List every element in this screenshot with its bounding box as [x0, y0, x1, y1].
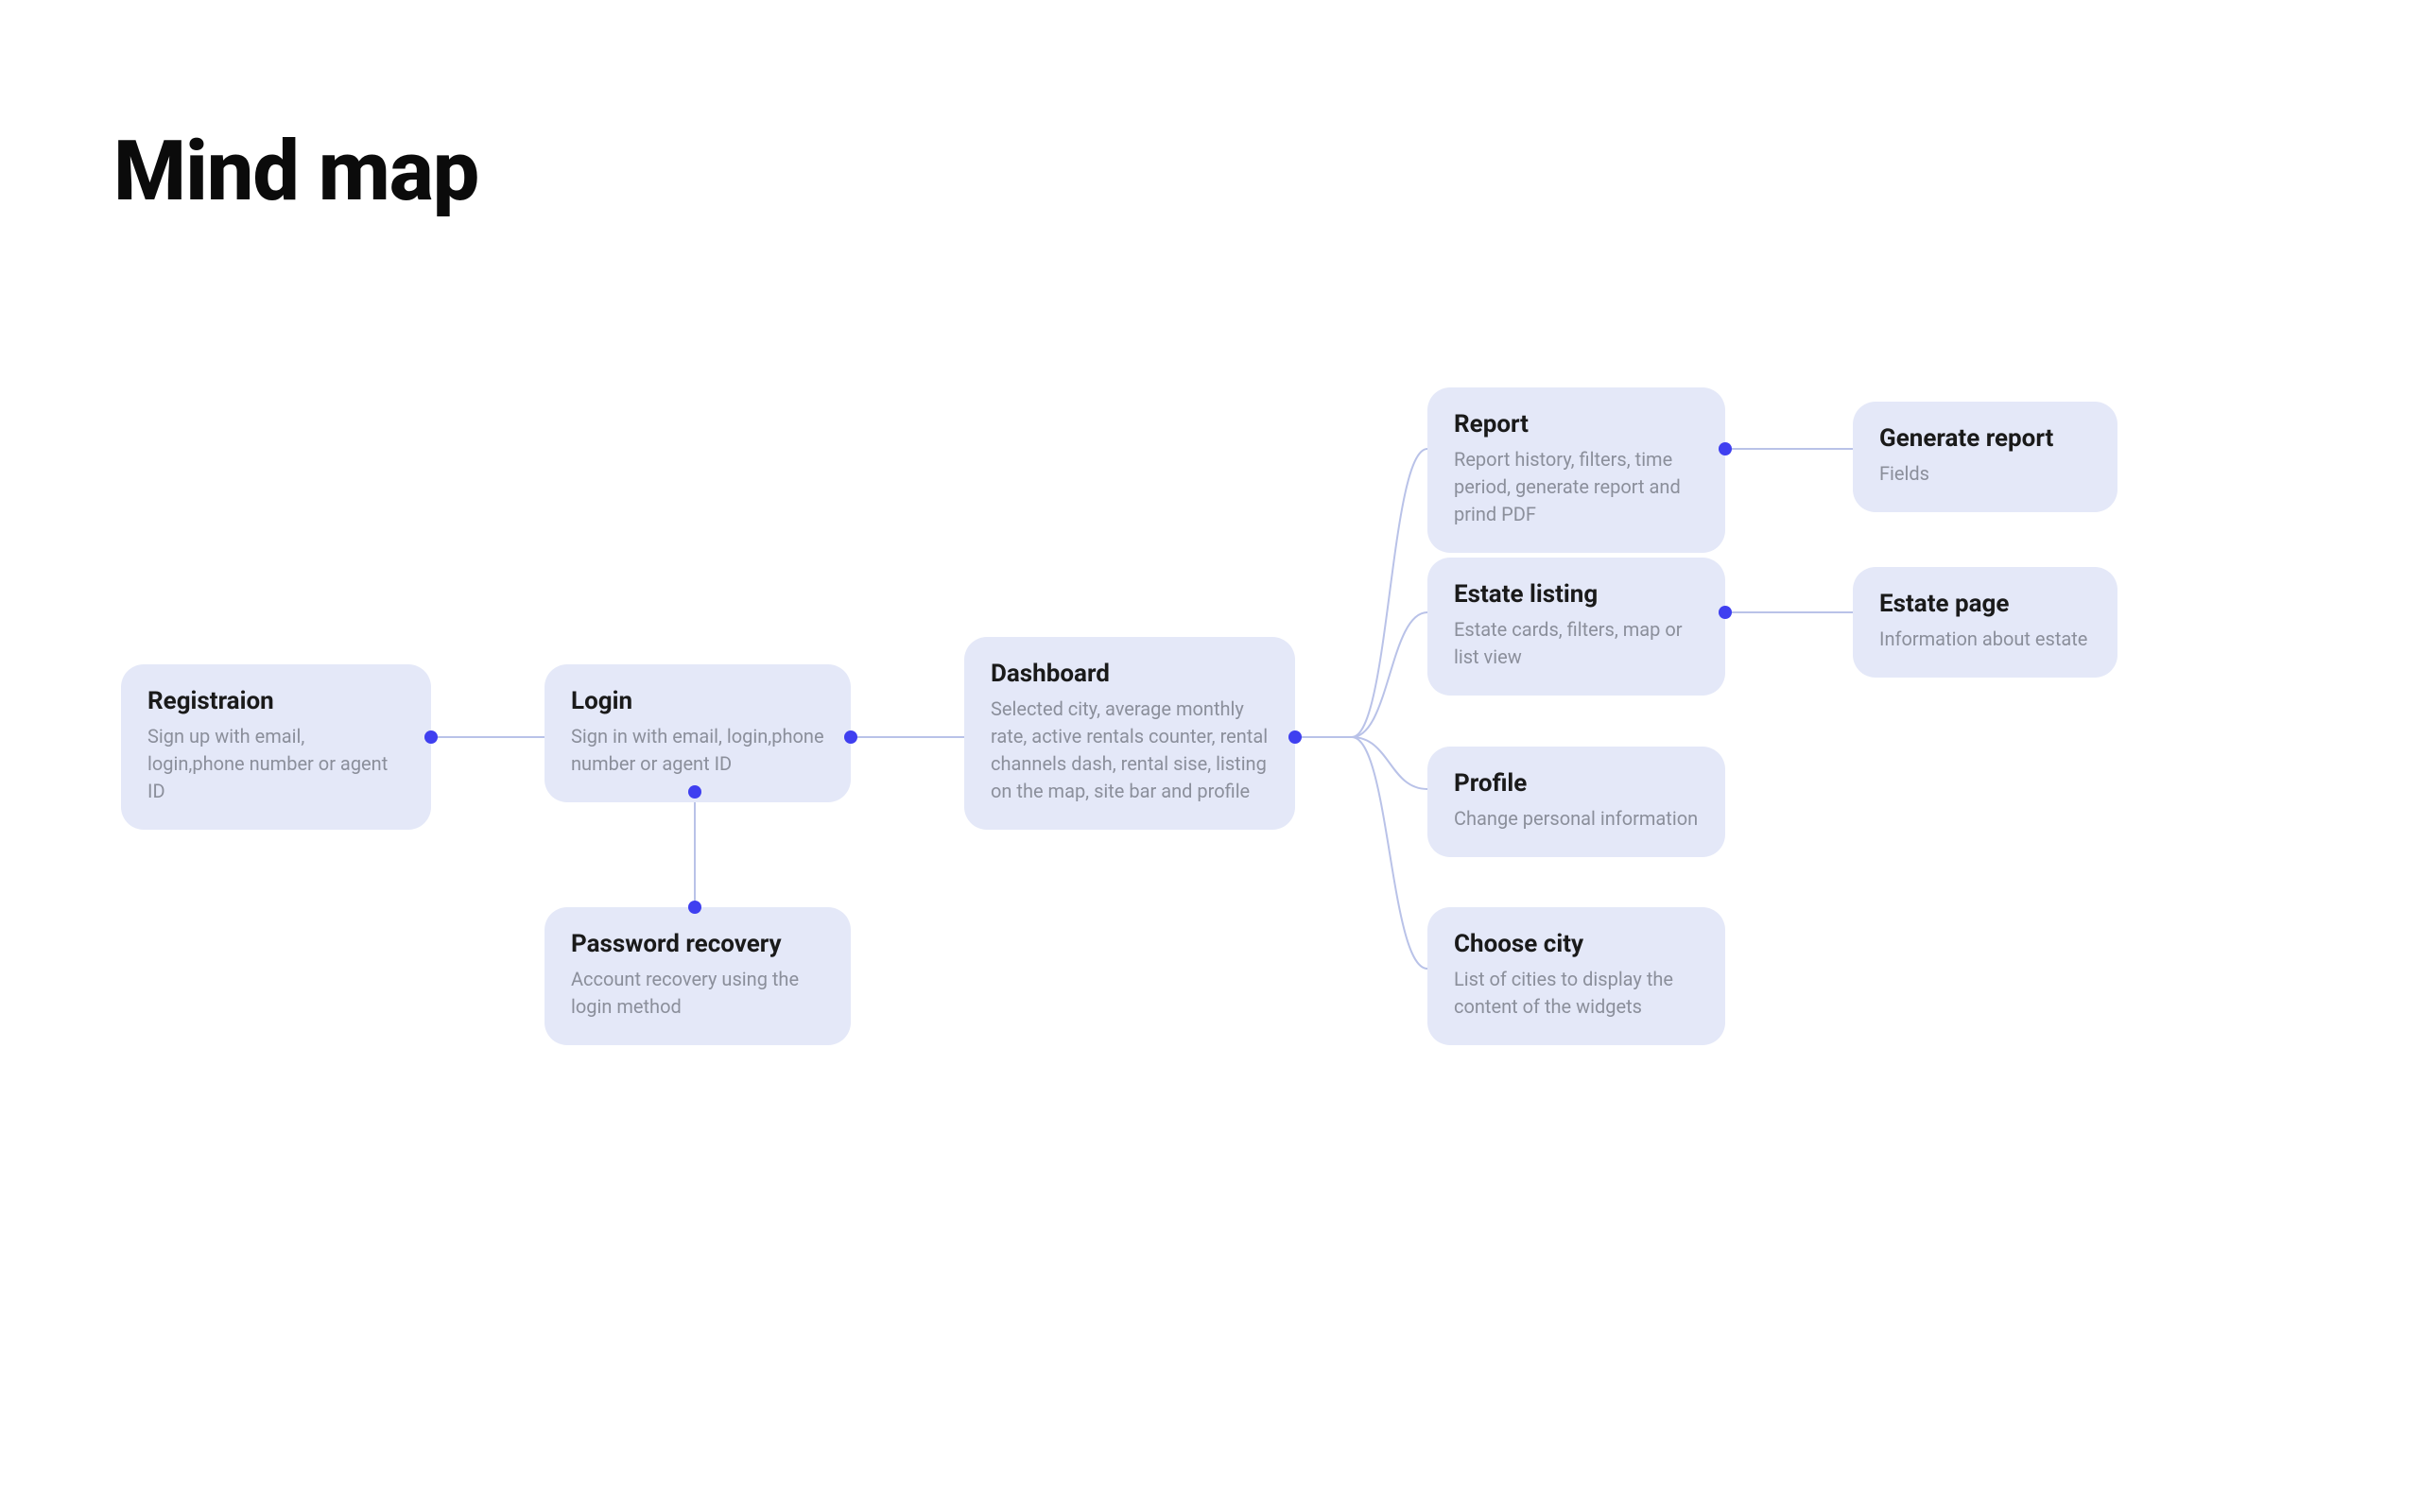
- node-generate-report: Generate report Fields: [1853, 402, 2118, 512]
- node-profile-desc: Change personal information: [1454, 805, 1699, 833]
- node-estate-listing-title: Estate listing: [1454, 580, 1699, 609]
- connector-dot: [844, 730, 857, 744]
- node-password-recovery: Password recovery Account recovery using…: [544, 907, 851, 1045]
- node-login-desc: Sign in with email, login,phone number o…: [571, 723, 824, 778]
- node-estate-page-desc: Information about estate: [1879, 626, 2091, 653]
- node-profile-title: Profile: [1454, 769, 1699, 798]
- node-choose-city-title: Choose city: [1454, 930, 1699, 958]
- node-report-desc: Report history, filters, time period, ge…: [1454, 446, 1699, 528]
- node-choose-city: Choose city List of cities to display th…: [1427, 907, 1725, 1045]
- node-estate-listing: Estate listing Estate cards, filters, ma…: [1427, 558, 1725, 696]
- connector-dot: [1719, 442, 1732, 455]
- node-dashboard-desc: Selected city, average monthly rate, act…: [991, 696, 1269, 805]
- node-login: Login Sign in with email, login,phone nu…: [544, 664, 851, 802]
- node-report: Report Report history, filters, time per…: [1427, 387, 1725, 553]
- node-password-recovery-desc: Account recovery using the login method: [571, 966, 824, 1021]
- node-dashboard-title: Dashboard: [991, 660, 1269, 688]
- node-estate-listing-desc: Estate cards, filters, map or list view: [1454, 616, 1699, 671]
- node-registration: Registraion Sign up with email, login,ph…: [121, 664, 431, 830]
- page-title: Mind map: [113, 123, 478, 220]
- node-registration-title: Registraion: [147, 687, 405, 715]
- connector-dot: [688, 901, 701, 914]
- node-report-title: Report: [1454, 410, 1699, 438]
- node-generate-report-desc: Fields: [1879, 460, 2091, 488]
- node-estate-page: Estate page Information about estate: [1853, 567, 2118, 678]
- node-estate-page-title: Estate page: [1879, 590, 2091, 618]
- node-dashboard: Dashboard Selected city, average monthly…: [964, 637, 1295, 830]
- connector-dot: [1288, 730, 1302, 744]
- connector-dot: [688, 785, 701, 799]
- node-registration-desc: Sign up with email, login,phone number o…: [147, 723, 405, 805]
- connector-dot: [1719, 606, 1732, 619]
- node-password-recovery-title: Password recovery: [571, 930, 824, 958]
- connector-dot: [424, 730, 438, 744]
- node-profile: Profile Change personal information: [1427, 747, 1725, 857]
- node-generate-report-title: Generate report: [1879, 424, 2091, 453]
- node-login-title: Login: [571, 687, 824, 715]
- node-choose-city-desc: List of cities to display the content of…: [1454, 966, 1699, 1021]
